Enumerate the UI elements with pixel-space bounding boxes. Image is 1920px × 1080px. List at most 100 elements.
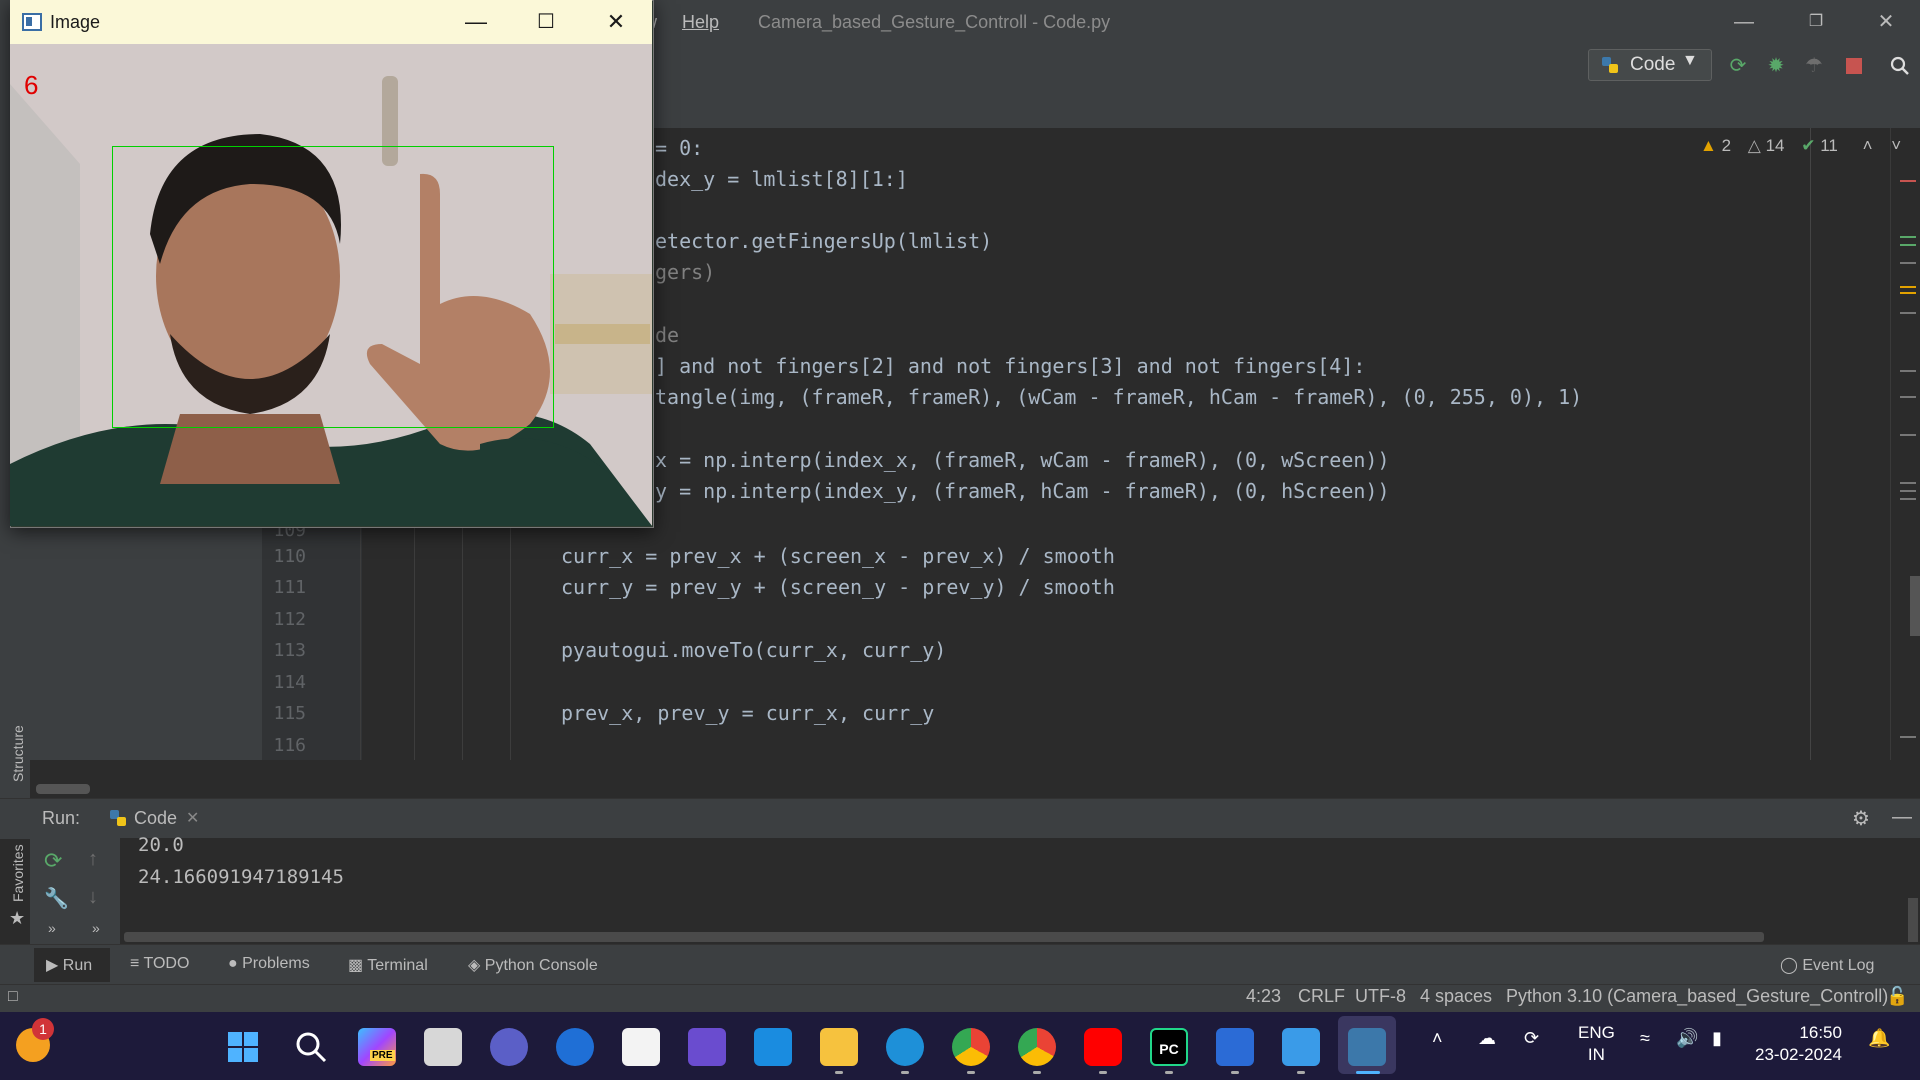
sync-icon[interactable]: ⟳	[1524, 1028, 1539, 1049]
volume-icon[interactable]: 🔊	[1676, 1028, 1698, 1049]
gear-icon[interactable]: ⚙	[1852, 806, 1870, 831]
system-clock[interactable]: 16:50 23-02-2024	[1755, 1022, 1842, 1066]
menu-item-help[interactable]: Help	[682, 12, 719, 33]
chevron-down-icon: ▼	[1682, 52, 1698, 69]
bell-icon[interactable]: 🔔	[1868, 1028, 1890, 1049]
structure-tool-tab[interactable]: Structure	[10, 720, 30, 810]
people-icon[interactable]	[556, 1028, 594, 1066]
stripe-mark[interactable]	[1900, 262, 1916, 264]
code-line: curr_y = prev_y + (screen_y - prev_y) / …	[561, 575, 1115, 599]
stripe-mark[interactable]	[1900, 396, 1916, 398]
file-explorer-icon[interactable]	[820, 1028, 858, 1066]
stripe-mark[interactable]	[1900, 244, 1916, 246]
wifi-icon[interactable]: ≈	[1640, 1028, 1650, 1049]
debug-icon[interactable]: ✹	[1764, 54, 1788, 78]
stripe-mark[interactable]	[1900, 312, 1916, 314]
more-icon[interactable]: »	[92, 920, 100, 936]
run-tab-label: Code	[134, 808, 178, 828]
tool-window-terminal[interactable]: ▩ Terminal	[348, 955, 428, 975]
coverage-icon[interactable]: ☂	[1802, 54, 1826, 78]
battery-icon[interactable]: ▮	[1712, 1028, 1722, 1049]
mail-icon[interactable]	[754, 1028, 792, 1066]
close-icon[interactable]: ✕	[1866, 8, 1906, 36]
tool-window-terminal-label: Terminal	[367, 957, 428, 974]
close-icon[interactable]: ✕	[594, 6, 638, 38]
youtube-icon[interactable]	[1084, 1028, 1122, 1066]
tool-window-todo[interactable]: ≡ TODO	[130, 955, 189, 973]
tool-window-problems[interactable]: ● Problems	[228, 955, 310, 973]
restore-icon[interactable]: ❐	[1796, 8, 1836, 36]
rerun-icon[interactable]: ⟳	[1726, 54, 1750, 78]
pycharm-icon[interactable]: PC	[1150, 1028, 1188, 1066]
notepad-icon[interactable]	[1216, 1028, 1254, 1066]
lock-icon[interactable]: 🔓	[1886, 986, 1908, 1007]
stripe-mark[interactable]	[1900, 180, 1916, 182]
minimize-icon[interactable]: —	[1724, 8, 1764, 36]
inspection-widget[interactable]: ▲ 2 △ 14 ✔ 11 ˄ ˅	[1700, 136, 1901, 156]
chevron-down-icon[interactable]: ˅	[1891, 136, 1901, 155]
wrench-icon[interactable]: 🔧	[44, 886, 69, 911]
python-app-icon[interactable]	[1348, 1028, 1386, 1066]
stripe-mark[interactable]	[1900, 236, 1916, 238]
stripe-mark[interactable]	[1900, 482, 1916, 484]
task-view-icon[interactable]	[424, 1028, 462, 1066]
console-horizontal-scrollbar[interactable]	[124, 932, 1764, 942]
more-icon[interactable]: »	[48, 920, 56, 936]
tool-window-run[interactable]: ▶ Run	[46, 955, 92, 975]
code-line: y = np.interp(index_y, (frameR, hCam - f…	[655, 479, 1390, 503]
chevron-up-icon[interactable]: ˄	[1432, 1028, 1443, 1049]
edge-icon[interactable]	[886, 1028, 924, 1066]
project-horizontal-scrollbar[interactable]	[36, 784, 90, 794]
taskbar-search-icon[interactable]	[292, 1028, 330, 1066]
run-panel-header	[0, 798, 1920, 839]
python-interpreter[interactable]: Python 3.10 (Camera_based_Gesture_Contro…	[1506, 986, 1888, 1007]
close-icon[interactable]: ✕	[186, 808, 199, 828]
toggle-tool-windows-icon[interactable]: □	[8, 988, 18, 1006]
code-line: gers)	[655, 260, 716, 284]
caret-position[interactable]: 4:23	[1246, 986, 1281, 1007]
start-icon[interactable]	[224, 1028, 262, 1066]
run-console[interactable]	[30, 838, 1920, 944]
onedrive-icon[interactable]: ☁	[1478, 1028, 1496, 1049]
indent-setting[interactable]: 4 spaces	[1420, 986, 1492, 1007]
input-language[interactable]: ENG IN	[1578, 1022, 1615, 1066]
stripe-mark[interactable]	[1900, 434, 1916, 436]
event-log-icon: ◯	[1780, 957, 1798, 974]
python-icon	[108, 808, 128, 833]
warning-icon: ▲	[1700, 136, 1717, 155]
arrow-down-icon[interactable]: ↓	[88, 886, 98, 909]
run-panel-label: Run:	[42, 808, 81, 828]
stop-icon[interactable]	[1842, 54, 1866, 78]
console-vertical-scrollbar[interactable]	[1908, 898, 1918, 942]
stripe-mark[interactable]	[1900, 286, 1916, 288]
tool-window-python-console[interactable]: ◈ Python Console	[468, 955, 598, 975]
chrome-profile-icon[interactable]	[1018, 1028, 1056, 1066]
chat-icon[interactable]	[490, 1028, 528, 1066]
chrome-icon[interactable]	[952, 1028, 990, 1066]
event-log-button[interactable]: ◯ Event Log	[1780, 955, 1874, 975]
search-icon[interactable]	[1888, 54, 1912, 78]
rerun-icon[interactable]: ⟳	[44, 848, 62, 874]
ok-count: 11	[1820, 136, 1838, 155]
chevron-up-icon[interactable]: ˄	[1863, 136, 1873, 155]
weak-warning-icon: △	[1747, 136, 1761, 155]
minimize-icon[interactable]: —	[454, 6, 498, 38]
arrow-up-icon[interactable]: ↑	[88, 848, 98, 871]
stripe-mark[interactable]	[1900, 292, 1916, 294]
stripe-mark[interactable]	[1900, 498, 1916, 500]
store-icon[interactable]	[622, 1028, 660, 1066]
visual-studio-icon[interactable]	[688, 1028, 726, 1066]
maximize-icon[interactable]: ☐	[524, 6, 568, 38]
line-number: 114	[273, 672, 306, 693]
stripe-mark[interactable]	[1900, 370, 1916, 372]
running-indicator	[967, 1071, 975, 1074]
stripe-mark[interactable]	[1900, 490, 1916, 492]
line-separator[interactable]: CRLF	[1298, 986, 1345, 1007]
photos-icon[interactable]	[1282, 1028, 1320, 1066]
python-console-icon: ◈	[468, 957, 481, 974]
stripe-mark[interactable]	[1900, 736, 1916, 738]
editor-vertical-scrollbar[interactable]	[1910, 576, 1920, 636]
file-encoding[interactable]: UTF-8	[1355, 986, 1406, 1007]
hide-icon[interactable]: —	[1892, 806, 1912, 829]
language-code: ENG	[1578, 1023, 1615, 1042]
